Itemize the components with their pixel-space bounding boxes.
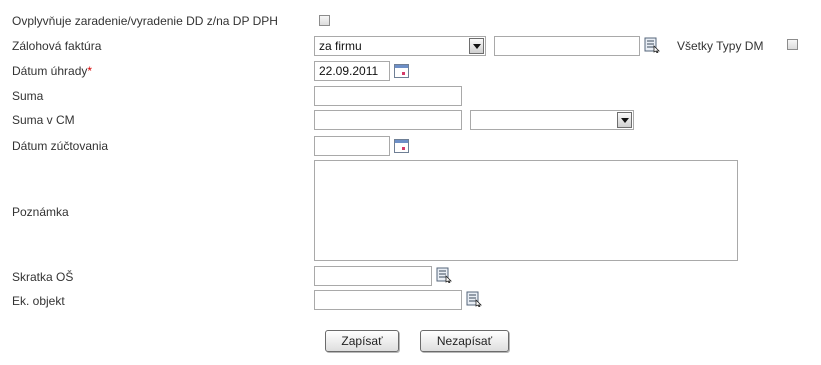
note-label: Poznámka [12, 205, 69, 219]
os-abbrev-input[interactable] [314, 266, 432, 286]
calendar-icon[interactable] [394, 139, 409, 153]
amount-cm-input[interactable] [314, 110, 462, 130]
currency-select[interactable] [470, 110, 634, 130]
lookup-list-icon[interactable] [466, 291, 482, 307]
advance-invoice-select[interactable]: za firmu [314, 36, 486, 56]
ek-object-input[interactable] [314, 290, 462, 310]
booking-date-label: Dátum zúčtovania [12, 139, 109, 153]
lookup-list-icon[interactable] [644, 37, 660, 53]
booking-date-input[interactable] [314, 136, 390, 156]
affects-vat-label: Ovplyvňuje zaradenie/vyradenie DD z/na D… [12, 14, 278, 28]
note-textarea[interactable] [314, 160, 738, 261]
save-button[interactable]: Zapísať [325, 330, 399, 352]
chevron-down-icon[interactable] [617, 112, 632, 128]
amount-label: Suma [12, 89, 44, 103]
affects-vat-checkbox[interactable] [319, 15, 330, 26]
ek-object-label: Ek. objekt [12, 294, 65, 308]
cancel-button[interactable]: Nezapísať [420, 330, 509, 352]
lookup-list-icon[interactable] [436, 267, 452, 283]
chevron-down-icon[interactable] [469, 38, 484, 54]
advance-invoice-lookup-input[interactable] [494, 36, 640, 56]
required-marker: * [87, 64, 93, 78]
os-abbrev-label: Skratka OŠ [12, 270, 74, 284]
amount-input[interactable] [314, 86, 462, 106]
payment-date-input[interactable]: 22.09.2011 [314, 61, 390, 81]
calendar-icon[interactable] [394, 64, 409, 78]
advance-invoice-select-value: za firmu [319, 39, 362, 53]
amount-cm-label: Suma v CM [12, 113, 75, 127]
advance-invoice-label: Zálohová faktúra [12, 39, 102, 53]
all-dm-types-label: Všetky Typy DM [677, 39, 764, 53]
all-dm-types-checkbox[interactable] [787, 39, 798, 50]
payment-date-label: Dátum úhrady* [12, 64, 93, 78]
